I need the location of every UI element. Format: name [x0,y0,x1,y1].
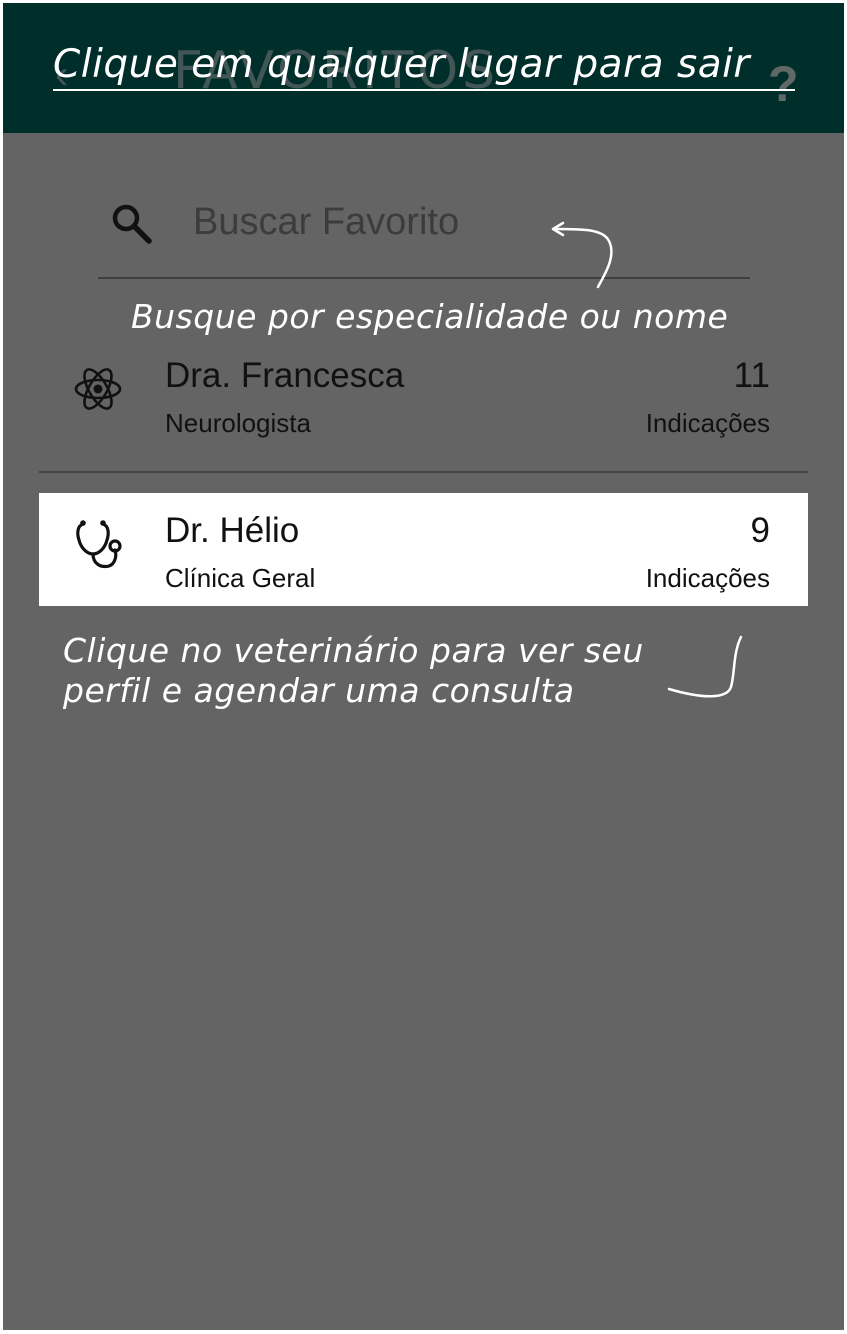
vet-hint-line: perfil e agendar uma consulta [63,671,575,710]
favorite-count: 11 [733,356,770,395]
list-divider [39,471,808,473]
favorite-count-label: Indicações [645,408,770,438]
search-input[interactable] [193,197,733,247]
search-hint: Busque por especialidade ou nome [131,297,729,336]
favorite-item-helio[interactable]: Dr. Hélio Clínica Geral 9 Indicações [39,493,808,606]
favorite-name: Dra. Francesca [165,356,405,395]
favorite-item-francesca[interactable]: Dra. Francesca Neurologista 11 Indicaçõe… [39,338,808,451]
app-bar: ‹ FAVORITOS ? Clique em qualquer lugar p… [3,3,844,133]
favorite-count: 9 [750,511,770,550]
exit-hint-underline [53,89,795,91]
search-icon [112,204,152,244]
search-underline [98,277,750,279]
favorite-specialty: Neurologista [165,408,311,438]
search-hint-arrow-icon [551,221,613,289]
favorite-count-label: Indicações [645,563,770,593]
favorite-name: Dr. Hélio [165,511,300,550]
atom-icon [74,368,122,410]
vet-hint-line: Clique no veterinário para ver seu [63,631,644,670]
vet-hint-arrow-icon [667,635,743,698]
favorite-specialty: Clínica Geral [165,563,316,593]
stethoscope-icon [76,520,122,569]
screen[interactable]: ‹ FAVORITOS ? Clique em qualquer lugar p… [3,3,844,1330]
exit-hint[interactable]: Clique em qualquer lugar para sair [53,39,795,91]
vet-hint: Clique no veterinário para ver seu perfi… [63,631,644,711]
